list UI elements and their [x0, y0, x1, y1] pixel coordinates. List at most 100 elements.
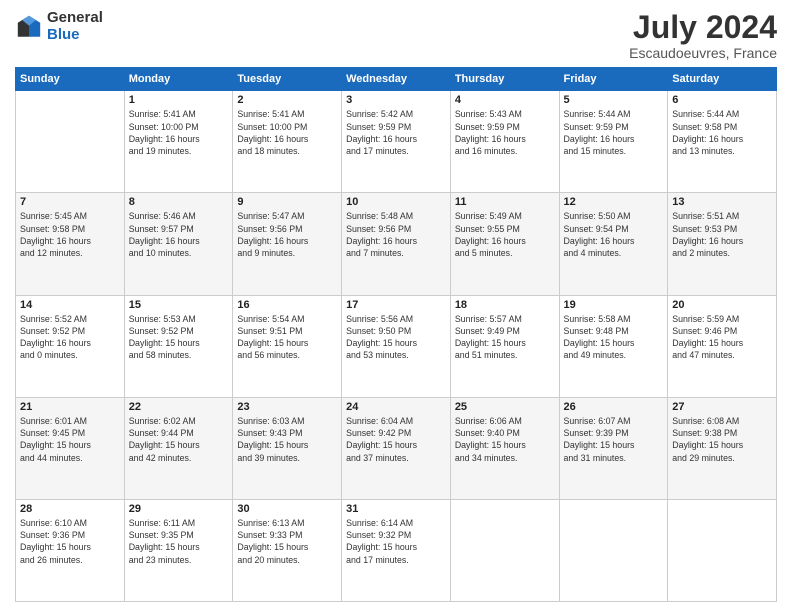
day-info: Sunrise: 5:47 AMSunset: 9:56 PMDaylight:… — [237, 210, 337, 259]
day-number: 2 — [237, 94, 337, 106]
day-info: Sunrise: 5:42 AMSunset: 9:59 PMDaylight:… — [346, 108, 446, 157]
logo-blue: Blue — [47, 27, 103, 44]
day-number: 1 — [129, 94, 229, 106]
day-info: Sunrise: 5:56 AMSunset: 9:50 PMDaylight:… — [346, 313, 446, 362]
day-info: Sunrise: 5:59 AMSunset: 9:46 PMDaylight:… — [672, 313, 772, 362]
day-info: Sunrise: 5:46 AMSunset: 9:57 PMDaylight:… — [129, 210, 229, 259]
day-info: Sunrise: 6:02 AMSunset: 9:44 PMDaylight:… — [129, 415, 229, 464]
day-number: 31 — [346, 503, 446, 515]
day-info: Sunrise: 6:13 AMSunset: 9:33 PMDaylight:… — [237, 517, 337, 566]
table-row: 7 Sunrise: 5:45 AMSunset: 9:58 PMDaylight… — [16, 193, 125, 295]
table-row: 31 Sunrise: 6:14 AMSunset: 9:32 PMDayligh… — [342, 499, 451, 601]
header-tuesday: Tuesday — [233, 68, 342, 91]
table-row: 24Sunrise: 6:04 AMSunset: 9:42 PMDayligh… — [342, 397, 451, 499]
table-row: 15 Sunrise: 5:53 AMSunset: 9:52 PMDayligh… — [124, 295, 233, 397]
day-info: Sunrise: 5:52 AMSunset: 9:52 PMDaylight:… — [20, 313, 120, 362]
day-info: Sunrise: 6:08 AMSunset: 9:38 PMDaylight:… — [672, 415, 772, 464]
table-row: 22Sunrise: 6:02 AMSunset: 9:44 PMDayligh… — [124, 397, 233, 499]
day-number: 5 — [564, 94, 664, 106]
day-info: Sunrise: 5:45 AMSunset: 9:58 PMDaylight:… — [20, 210, 120, 259]
day-number: 18 — [455, 299, 555, 311]
table-row — [668, 499, 777, 601]
day-number: 11 — [455, 196, 555, 208]
table-row: 1 Sunrise: 5:41 AMSunset: 10:00 PMDayligh… — [124, 91, 233, 193]
day-number: 15 — [129, 299, 229, 311]
day-number: 10 — [346, 196, 446, 208]
day-info: Sunrise: 5:58 AMSunset: 9:48 PMDaylight:… — [564, 313, 664, 362]
calendar-week-2: 14 Sunrise: 5:52 AMSunset: 9:52 PMDayligh… — [16, 295, 777, 397]
calendar-week-0: 1 Sunrise: 5:41 AMSunset: 10:00 PMDayligh… — [16, 91, 777, 193]
day-number: 14 — [20, 299, 120, 311]
day-number: 7 — [20, 196, 120, 208]
table-row: 26 Sunrise: 6:07 AMSunset: 9:39 PMDayligh… — [559, 397, 668, 499]
day-number: 25 — [455, 401, 555, 413]
header-saturday: Saturday — [668, 68, 777, 91]
day-number: 6 — [672, 94, 772, 106]
header-monday: Monday — [124, 68, 233, 91]
table-row: 14 Sunrise: 5:52 AMSunset: 9:52 PMDayligh… — [16, 295, 125, 397]
logo-general: General — [47, 10, 103, 27]
day-number: 16 — [237, 299, 337, 311]
table-row: 12Sunrise: 5:50 AMSunset: 9:54 PMDayligh… — [559, 193, 668, 295]
table-row: 28 Sunrise: 6:10 AMSunset: 9:36 PMDayligh… — [16, 499, 125, 601]
logo: General Blue — [15, 10, 103, 43]
day-info: Sunrise: 5:53 AMSunset: 9:52 PMDaylight:… — [129, 313, 229, 362]
table-row: 8 Sunrise: 5:46 AMSunset: 9:57 PMDaylight… — [124, 193, 233, 295]
subtitle: Escaudoeuvres, France — [629, 45, 777, 61]
day-number: 26 — [564, 401, 664, 413]
table-row: 30Sunrise: 6:13 AMSunset: 9:33 PMDayligh… — [233, 499, 342, 601]
table-row: 21 Sunrise: 6:01 AMSunset: 9:45 PMDayligh… — [16, 397, 125, 499]
day-info: Sunrise: 5:41 AMSunset: 10:00 PMDaylight… — [129, 108, 229, 157]
day-info: Sunrise: 5:49 AMSunset: 9:55 PMDaylight:… — [455, 210, 555, 259]
table-row: 23 Sunrise: 6:03 AMSunset: 9:43 PMDayligh… — [233, 397, 342, 499]
day-info: Sunrise: 6:11 AMSunset: 9:35 PMDaylight:… — [129, 517, 229, 566]
table-row — [450, 499, 559, 601]
table-row: 6 Sunrise: 5:44 AMSunset: 9:58 PMDaylight… — [668, 91, 777, 193]
day-info: Sunrise: 6:01 AMSunset: 9:45 PMDaylight:… — [20, 415, 120, 464]
day-number: 8 — [129, 196, 229, 208]
table-row: 9Sunrise: 5:47 AMSunset: 9:56 PMDaylight… — [233, 193, 342, 295]
day-info: Sunrise: 5:54 AMSunset: 9:51 PMDaylight:… — [237, 313, 337, 362]
day-info: Sunrise: 6:10 AMSunset: 9:36 PMDaylight:… — [20, 517, 120, 566]
day-info: Sunrise: 6:07 AMSunset: 9:39 PMDaylight:… — [564, 415, 664, 464]
calendar-week-3: 21 Sunrise: 6:01 AMSunset: 9:45 PMDayligh… — [16, 397, 777, 499]
calendar-week-4: 28 Sunrise: 6:10 AMSunset: 9:36 PMDayligh… — [16, 499, 777, 601]
day-info: Sunrise: 5:44 AMSunset: 9:58 PMDaylight:… — [672, 108, 772, 157]
day-number: 29 — [129, 503, 229, 515]
table-row: 10 Sunrise: 5:48 AMSunset: 9:56 PMDayligh… — [342, 193, 451, 295]
table-row: 17 Sunrise: 5:56 AMSunset: 9:50 PMDayligh… — [342, 295, 451, 397]
header-friday: Friday — [559, 68, 668, 91]
day-number: 23 — [237, 401, 337, 413]
day-number: 17 — [346, 299, 446, 311]
calendar-table: Sunday Monday Tuesday Wednesday Thursday… — [15, 67, 777, 602]
day-info: Sunrise: 6:04 AMSunset: 9:42 PMDaylight:… — [346, 415, 446, 464]
table-row: 13Sunrise: 5:51 AMSunset: 9:53 PMDayligh… — [668, 193, 777, 295]
day-number: 21 — [20, 401, 120, 413]
day-info: Sunrise: 6:14 AMSunset: 9:32 PMDaylight:… — [346, 517, 446, 566]
title-block: July 2024 Escaudoeuvres, France — [629, 10, 777, 61]
day-info: Sunrise: 5:48 AMSunset: 9:56 PMDaylight:… — [346, 210, 446, 259]
day-info: Sunrise: 6:06 AMSunset: 9:40 PMDaylight:… — [455, 415, 555, 464]
table-row — [559, 499, 668, 601]
day-number: 13 — [672, 196, 772, 208]
table-row: 16 Sunrise: 5:54 AMSunset: 9:51 PMDayligh… — [233, 295, 342, 397]
logo-icon — [15, 13, 43, 41]
day-number: 28 — [20, 503, 120, 515]
logo-text: General Blue — [47, 10, 103, 43]
table-row: 29 Sunrise: 6:11 AMSunset: 9:35 PMDayligh… — [124, 499, 233, 601]
table-row: 25 Sunrise: 6:06 AMSunset: 9:40 PMDayligh… — [450, 397, 559, 499]
day-number: 4 — [455, 94, 555, 106]
day-number: 19 — [564, 299, 664, 311]
table-row: 20 Sunrise: 5:59 AMSunset: 9:46 PMDayligh… — [668, 295, 777, 397]
page: General Blue July 2024 Escaudoeuvres, Fr… — [0, 0, 792, 612]
table-row: 11 Sunrise: 5:49 AMSunset: 9:55 PMDayligh… — [450, 193, 559, 295]
table-row: 3Sunrise: 5:42 AMSunset: 9:59 PMDaylight… — [342, 91, 451, 193]
day-info: Sunrise: 6:03 AMSunset: 9:43 PMDaylight:… — [237, 415, 337, 464]
day-number: 20 — [672, 299, 772, 311]
table-row: 4Sunrise: 5:43 AMSunset: 9:59 PMDaylight… — [450, 91, 559, 193]
table-row: 18 Sunrise: 5:57 AMSunset: 9:49 PMDayligh… — [450, 295, 559, 397]
day-info: Sunrise: 5:57 AMSunset: 9:49 PMDaylight:… — [455, 313, 555, 362]
header: General Blue July 2024 Escaudoeuvres, Fr… — [15, 10, 777, 61]
header-thursday: Thursday — [450, 68, 559, 91]
table-row: 19 Sunrise: 5:58 AMSunset: 9:48 PMDayligh… — [559, 295, 668, 397]
